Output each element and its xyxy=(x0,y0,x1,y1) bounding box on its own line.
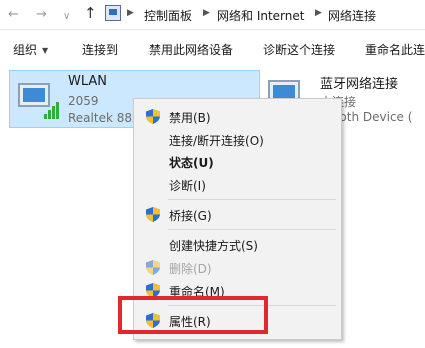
breadcrumb-chevron-icon[interactable]: ▶ xyxy=(203,8,210,18)
menu-separator xyxy=(168,229,336,230)
breadcrumb-chevron-icon[interactable]: ▶ xyxy=(315,8,322,18)
command-bar: 组织 ▼ 连接到 禁用此网络设备 诊断这个连接 重命名此连 xyxy=(0,30,425,66)
shield-icon xyxy=(146,207,160,222)
connection-status: 2059 xyxy=(68,94,99,108)
menu-item-label: 禁用(B) xyxy=(169,111,211,125)
recent-locations-chevron-icon[interactable]: ∨ xyxy=(63,9,70,25)
shield-icon xyxy=(146,260,160,275)
menu-item-label: 创建快捷方式(S) xyxy=(169,239,258,253)
menu-item-label: 删除(D) xyxy=(169,262,212,276)
connect-to-button[interactable]: 连接到 xyxy=(82,41,118,58)
organize-button[interactable]: 组织 ▼ xyxy=(13,41,48,58)
diagnose-button[interactable]: 诊断这个连接 xyxy=(263,41,335,58)
breadcrumb-network-internet[interactable]: 网络和 Internet xyxy=(217,7,304,24)
menu-item-disable[interactable]: 禁用(B) xyxy=(134,105,343,127)
control-panel-icon xyxy=(105,5,121,21)
wireless-network-icon xyxy=(16,79,60,119)
menu-item-label: 桥接(G) xyxy=(169,209,212,223)
network-connections-window: ← → ∨ ↑ ▶ 控制面板 ▶ 网络和 Internet ▶ 网络连接 组织 ▼… xyxy=(0,0,425,348)
menu-item-create-shortcut[interactable]: 创建快捷方式(S) xyxy=(134,233,343,255)
menu-item-connect-disconnect[interactable]: 连接/断开连接(O) xyxy=(134,128,343,150)
forward-button[interactable]: → xyxy=(36,7,47,23)
menu-item-delete: 删除(D) xyxy=(134,256,343,278)
menu-separator xyxy=(168,199,336,200)
menu-item-diagnose[interactable]: 诊断(I) xyxy=(134,173,343,195)
highlight-box-properties xyxy=(118,296,268,334)
up-button[interactable]: ↑ xyxy=(84,5,97,21)
back-button[interactable]: ← xyxy=(8,7,19,23)
organize-label: 组织 xyxy=(13,43,38,57)
menu-item-bridge[interactable]: 桥接(G) xyxy=(134,203,343,225)
dropdown-caret-icon: ▼ xyxy=(42,46,49,55)
breadcrumb-network-connections[interactable]: 网络连接 xyxy=(328,7,376,24)
connection-name: WLAN xyxy=(68,74,108,89)
menu-item-status[interactable]: 状态(U) xyxy=(134,150,343,172)
menu-item-label: 诊断(I) xyxy=(169,179,206,193)
breadcrumb-control-panel[interactable]: 控制面板 xyxy=(144,7,192,24)
menu-item-label: 连接/断开连接(O) xyxy=(169,134,264,148)
signal-strength-icon xyxy=(44,99,64,119)
address-bar: ← → ∨ ↑ ▶ 控制面板 ▶ 网络和 Internet ▶ 网络连接 xyxy=(0,0,425,30)
rename-button[interactable]: 重命名此连 xyxy=(365,41,425,58)
connection-name: 蓝牙网络连接 xyxy=(320,77,399,92)
disable-device-button[interactable]: 禁用此网络设备 xyxy=(149,41,233,58)
menu-item-label: 状态(U) xyxy=(169,156,214,170)
shield-icon xyxy=(146,109,160,124)
breadcrumb-chevron-icon[interactable]: ▶ xyxy=(127,8,134,18)
connection-device: Realtek 882 xyxy=(68,111,140,125)
